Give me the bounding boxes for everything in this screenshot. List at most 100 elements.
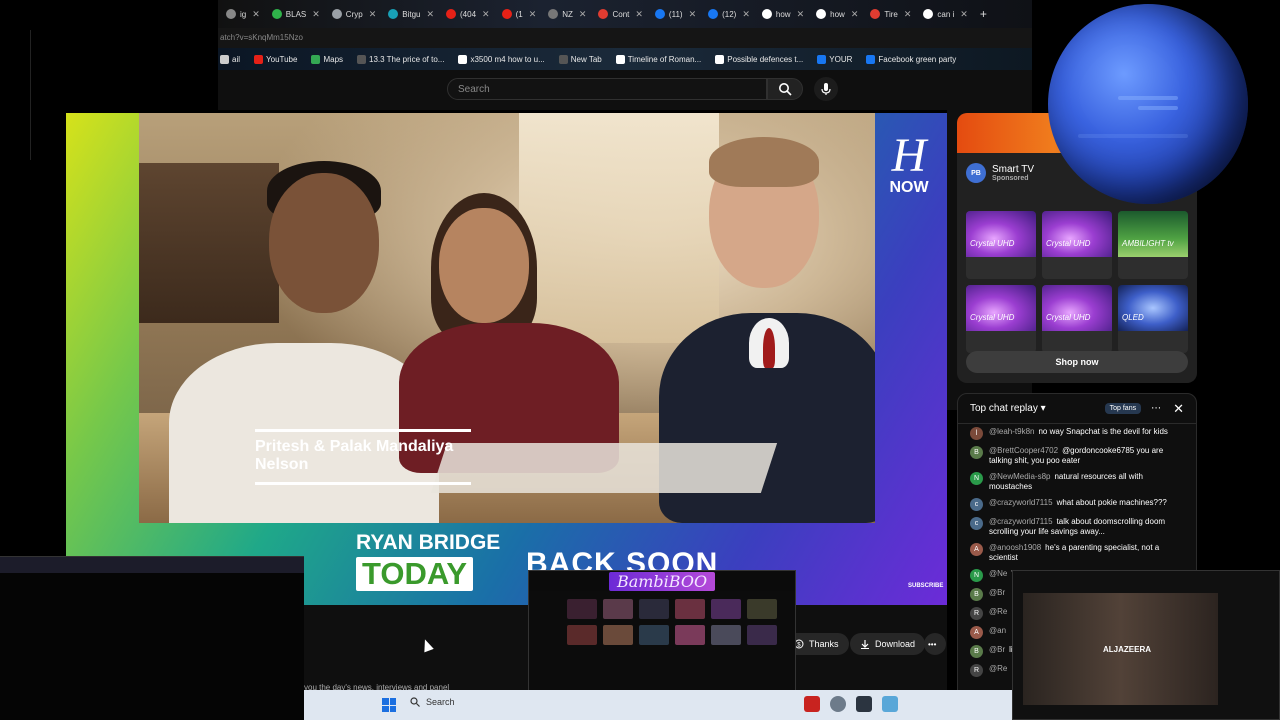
more-actions-button[interactable]: •••: [924, 633, 946, 655]
close-icon[interactable]: ✕: [797, 9, 805, 20]
browser-tab[interactable]: how ✕: [810, 3, 864, 25]
browser-tab[interactable]: Cryp ✕: [326, 3, 382, 25]
chat-message-body: @an: [989, 626, 1010, 636]
chat-author[interactable]: @crazyworld7115: [989, 498, 1053, 507]
bookmark-item[interactable]: Facebook green party: [866, 54, 956, 64]
avatar[interactable]: c: [970, 517, 983, 530]
close-icon[interactable]: ✕: [960, 9, 968, 20]
chat-author[interactable]: @anoosh1908: [989, 543, 1041, 552]
chat-author[interactable]: @Re: [989, 664, 1007, 673]
app-icon-red[interactable]: [804, 696, 820, 712]
close-icon[interactable]: ✕: [904, 9, 912, 20]
avatar[interactable]: N: [970, 569, 983, 582]
chat-author[interactable]: @crazyworld7115: [989, 517, 1053, 526]
browser-tab[interactable]: BLAS ✕: [266, 3, 326, 25]
browser-tab[interactable]: (1 ✕: [496, 3, 543, 25]
browser-tab[interactable]: ig ✕: [220, 3, 266, 25]
close-icon[interactable]: ✕: [529, 9, 537, 20]
bookmark-item[interactable]: Maps: [311, 54, 343, 64]
avatar[interactable]: R: [970, 664, 983, 677]
chat-mode-dropdown[interactable]: Top chat replay ▾: [970, 403, 1105, 414]
tv-product-tile[interactable]: AMBILIGHT tv: [1118, 211, 1188, 279]
browser-tab[interactable]: how ✕: [756, 3, 810, 25]
chat-author[interactable]: @an: [989, 626, 1006, 635]
app-icon-photos[interactable]: [882, 696, 898, 712]
windows-start-icon[interactable]: [382, 698, 396, 712]
browser-tab[interactable]: Tire ✕: [864, 3, 917, 25]
browser-tab[interactable]: (11) ✕: [649, 3, 702, 25]
subscribe-watermark[interactable]: SUBSCRIBE: [908, 583, 943, 589]
avatar[interactable]: R: [970, 607, 983, 620]
search-button[interactable]: [767, 78, 803, 100]
tab-favicon-icon: [271, 9, 282, 19]
close-icon[interactable]: ✕: [312, 9, 320, 20]
settings-gear-icon[interactable]: [830, 696, 846, 712]
bookmark-item[interactable]: ail: [220, 54, 240, 64]
address-bar[interactable]: atch?v=sKnqMm15Nzo: [218, 28, 1032, 48]
tv-product-tile[interactable]: QLED: [1118, 285, 1188, 353]
tv-screen-image: [966, 285, 1036, 331]
avatar[interactable]: B: [970, 588, 983, 601]
close-icon[interactable]: ✕: [635, 9, 643, 20]
browser-tab[interactable]: can i ✕: [917, 3, 973, 25]
new-tab-button[interactable]: +: [980, 7, 987, 21]
tv-label: Crystal UHD: [970, 313, 1015, 322]
avatar[interactable]: c: [970, 498, 983, 511]
tv-product-tile[interactable]: Crystal UHD: [1042, 285, 1112, 353]
close-icon[interactable]: ✕: [482, 9, 490, 20]
chat-author[interactable]: @Re: [989, 607, 1007, 616]
bookmark-item[interactable]: Timeline of Roman...: [615, 54, 701, 64]
avatar[interactable]: A: [970, 626, 983, 639]
tv-product-tile[interactable]: Crystal UHD: [966, 211, 1036, 279]
taskbar-search[interactable]: Search: [410, 697, 455, 707]
bookmark-favicon-icon: [817, 54, 827, 64]
browser-tab[interactable]: (12) ✕: [702, 3, 756, 25]
avatar[interactable]: A: [970, 543, 983, 556]
chat-author[interactable]: @Br: [989, 588, 1005, 597]
tv-product-tile[interactable]: Crystal UHD: [966, 285, 1036, 353]
bookmark-item[interactable]: YOUR: [817, 54, 852, 64]
tv-label: Crystal UHD: [970, 239, 1015, 248]
search-input[interactable]: Search: [447, 78, 767, 100]
chat-author[interactable]: @Ne: [989, 569, 1007, 578]
close-icon[interactable]: ✕: [369, 9, 377, 20]
tab-label: Cryp: [345, 9, 363, 19]
chat-author[interactable]: @leah-t9k8n: [989, 427, 1034, 436]
bookmark-item[interactable]: x3500 m4 how to u...: [458, 54, 545, 64]
avatar[interactable]: l: [970, 427, 983, 440]
chat-message-body: @Re: [989, 607, 1011, 617]
chat-more-icon[interactable]: ⋯: [1151, 403, 1161, 414]
browser-tab[interactable]: Cont ✕: [592, 3, 648, 25]
aljazeera-logo: ALJAZEERA: [1103, 645, 1152, 654]
download-button[interactable]: Download: [850, 633, 926, 655]
bookmark-item[interactable]: Possible defences t...: [715, 54, 803, 64]
avatar[interactable]: B: [970, 645, 983, 658]
chat-author[interactable]: @BrettCooper4702: [989, 446, 1058, 455]
shop-now-button[interactable]: Shop now: [966, 351, 1188, 373]
browser-tab[interactable]: (404 ✕: [440, 3, 496, 25]
close-icon[interactable]: ✕: [579, 9, 587, 20]
avatar[interactable]: B: [970, 446, 983, 459]
app-icon-dark[interactable]: [856, 696, 872, 712]
close-icon[interactable]: ✕: [426, 9, 434, 20]
browser-tab[interactable]: Bitgu ✕: [382, 3, 440, 25]
voice-search-button[interactable]: [814, 77, 838, 101]
close-icon[interactable]: ✕: [252, 9, 260, 20]
browser-tab[interactable]: NZ ✕: [542, 3, 592, 25]
close-icon[interactable]: ✕: [1173, 401, 1184, 417]
video-player[interactable]: Pritesh & Palak Mandaliya Nelson H NOW R…: [66, 113, 947, 605]
close-icon[interactable]: ✕: [742, 9, 750, 20]
bookmark-favicon-icon: [220, 54, 229, 64]
tab-favicon-icon: [501, 9, 512, 19]
top-fans-button[interactable]: Top fans: [1104, 403, 1142, 414]
scene-shelf: [139, 163, 279, 323]
tv-product-tile[interactable]: Crystal UHD: [1042, 211, 1112, 279]
bookmark-item[interactable]: YouTube: [254, 54, 297, 64]
bookmark-item[interactable]: 13.3 The price of to...: [357, 54, 444, 64]
chat-author[interactable]: @NewMedia-s8p: [989, 472, 1050, 481]
bookmark-item[interactable]: New Tab: [558, 54, 602, 64]
close-icon[interactable]: ✕: [851, 9, 859, 20]
close-icon[interactable]: ✕: [689, 9, 697, 20]
avatar[interactable]: N: [970, 472, 983, 485]
chat-author[interactable]: @Br: [989, 645, 1005, 654]
